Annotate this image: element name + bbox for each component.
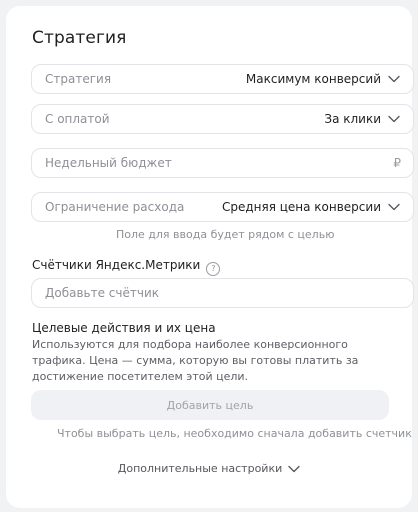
strategy-select[interactable]: Стратегия Максимум конверсий: [31, 64, 414, 94]
payment-select[interactable]: С оплатой За клики: [31, 104, 414, 134]
chevron-down-icon: [387, 112, 401, 126]
metrika-title: Счётчики Яндекс.Метрики?: [32, 258, 221, 276]
spend-limit-select[interactable]: Ограничение расхода Средняя цена конверс…: [31, 192, 414, 222]
metrika-counter-input[interactable]: Добавьте счётчик: [31, 278, 414, 308]
more-settings-toggle[interactable]: Дополнительные настройки: [6, 462, 412, 475]
metrika-title-text: Счётчики Яндекс.Метрики: [32, 258, 201, 272]
ruble-icon: ₽: [393, 156, 401, 170]
chevron-down-icon: [387, 72, 401, 86]
spend-limit-hint: Поле для ввода будет рядом с целью: [116, 228, 335, 241]
card-title: Стратегия: [32, 28, 127, 48]
chevron-down-icon: [387, 200, 401, 214]
payment-value: За клики: [324, 112, 381, 126]
strategy-card: Стратегия Стратегия Максимум конверсий С…: [6, 6, 414, 508]
weekly-budget-input[interactable]: Недельный бюджет ₽: [31, 148, 414, 178]
goals-description: Используются для подбора наиболее конвер…: [32, 338, 359, 383]
strategy-label: Стратегия: [45, 72, 112, 86]
add-goal-hint: Чтобы выбрать цель, необходимо сначала д…: [57, 427, 412, 440]
payment-label: С оплатой: [45, 112, 110, 126]
weekly-budget-placeholder: Недельный бюджет: [45, 156, 172, 170]
chevron-down-icon: [288, 465, 300, 473]
spend-limit-value: Средняя цена конверсии: [221, 200, 381, 214]
goals-title: Целевые действия и их цена: [32, 321, 216, 335]
metrika-counter-placeholder: Добавьте счётчик: [45, 286, 159, 300]
add-goal-button[interactable]: Добавить цель: [31, 390, 389, 420]
spend-limit-label: Ограничение расхода: [45, 200, 185, 214]
strategy-value: Максимум конверсий: [245, 72, 381, 86]
help-icon[interactable]: ?: [206, 261, 221, 276]
more-settings-label: Дополнительные настройки: [117, 462, 283, 475]
